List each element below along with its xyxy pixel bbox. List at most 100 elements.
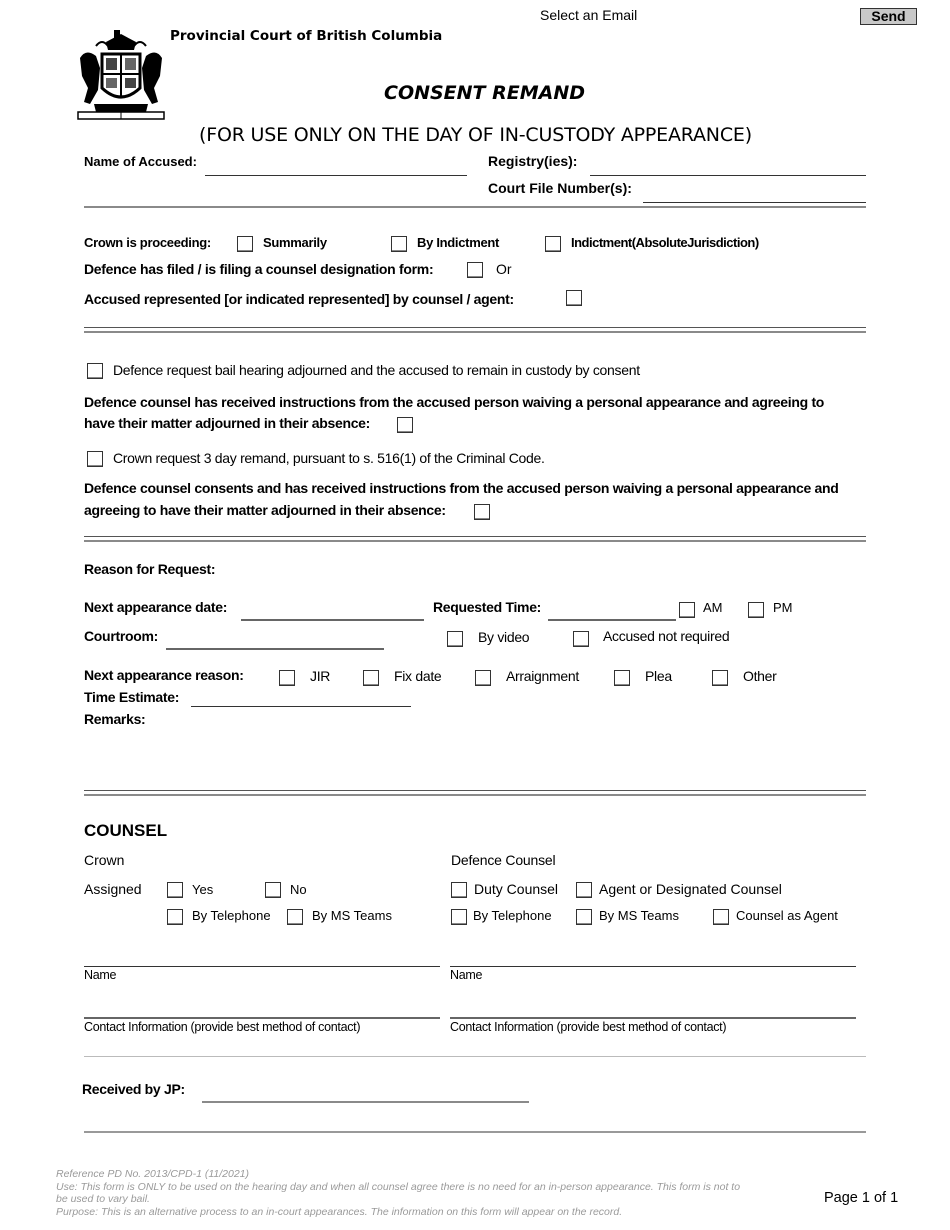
- pm-label: PM: [773, 600, 793, 615]
- by-video-checkbox[interactable]: [447, 631, 463, 647]
- section-divider: [84, 331, 866, 333]
- reason-other-label: Other: [743, 668, 777, 684]
- court-name: Provincial Court of British Columbia: [170, 28, 443, 44]
- next-appearance-reason-label: Next appearance reason:: [84, 667, 244, 683]
- reason-other-checkbox[interactable]: [712, 670, 728, 686]
- bail-adjourned-checkbox[interactable]: [87, 363, 103, 379]
- by-indictment-checkbox[interactable]: [391, 236, 407, 252]
- crown-yes-label: Yes: [192, 882, 214, 897]
- registry-underline: [590, 175, 866, 176]
- crown-heading: Crown: [84, 852, 125, 868]
- send-button[interactable]: Send: [860, 8, 917, 25]
- duty-counsel-label: Duty Counsel: [474, 881, 559, 897]
- section-divider: [84, 327, 866, 328]
- received-by-jp-label: Received by JP:: [82, 1081, 185, 1097]
- crown-contact-input[interactable]: [84, 999, 440, 1017]
- court-file-label: Court File Number(s):: [488, 180, 632, 196]
- court-file-underline: [643, 202, 866, 203]
- courtroom-label: Courtroom:: [84, 628, 158, 644]
- crown-name-label: Name: [84, 968, 117, 982]
- footer-use-line2: be used to vary bail.: [56, 1193, 150, 1205]
- coat-of-arms-icon: [76, 28, 166, 122]
- crown-yes-checkbox[interactable]: [167, 882, 183, 898]
- reason-jir-label: JIR: [310, 668, 331, 684]
- requested-time-underline: [548, 619, 676, 621]
- received-by-jp-input[interactable]: [202, 1083, 529, 1101]
- crown-remand-checkbox[interactable]: [87, 451, 103, 467]
- reason-jir-checkbox[interactable]: [279, 670, 295, 686]
- assigned-label: Assigned: [84, 881, 142, 897]
- name-of-accused-input[interactable]: [205, 156, 467, 174]
- by-video-label: By video: [478, 629, 530, 645]
- waiver1-text-line1: Defence counsel has received instruction…: [84, 394, 825, 410]
- section-divider: [84, 1056, 866, 1057]
- counsel-as-agent-label: Counsel as Agent: [736, 908, 838, 923]
- crown-contact-label: Contact Information (provide best method…: [84, 1020, 361, 1034]
- section-divider: [84, 1131, 866, 1133]
- remarks-label: Remarks:: [84, 711, 146, 727]
- next-appearance-date-label: Next appearance date:: [84, 599, 228, 615]
- requested-time-input[interactable]: [548, 601, 676, 619]
- next-appearance-date-input[interactable]: [241, 601, 424, 619]
- courtroom-input[interactable]: [166, 630, 384, 648]
- summarily-checkbox[interactable]: [237, 236, 253, 252]
- time-estimate-input[interactable]: [191, 689, 411, 707]
- name-of-accused-label: Name of Accused:: [84, 154, 197, 169]
- crown-no-checkbox[interactable]: [265, 882, 281, 898]
- defence-name-input[interactable]: [450, 947, 856, 965]
- reason-fix-date-checkbox[interactable]: [363, 670, 379, 686]
- requested-time-label: Requested Time:: [433, 599, 542, 615]
- defence-contact-input[interactable]: [450, 999, 856, 1017]
- reason-arraignment-checkbox[interactable]: [475, 670, 491, 686]
- waiver1-checkbox[interactable]: [397, 417, 413, 433]
- crown-name-underline: [84, 966, 440, 967]
- designation-form-label: Defence has filed / is filing a counsel …: [84, 261, 434, 277]
- designation-form-checkbox[interactable]: [467, 262, 483, 278]
- crown-telephone-checkbox[interactable]: [167, 909, 183, 925]
- courtroom-underline: [166, 648, 384, 650]
- am-checkbox[interactable]: [679, 602, 695, 618]
- by-indictment-label: By Indictment: [417, 235, 500, 250]
- crown-name-input[interactable]: [84, 947, 440, 965]
- defence-name-label: Name: [450, 968, 483, 982]
- section-divider: [84, 536, 866, 537]
- reason-arraignment-label: Arraignment: [506, 668, 579, 684]
- bail-adjourned-label: Defence request bail hearing adjourned a…: [113, 362, 640, 378]
- represented-checkbox[interactable]: [566, 290, 582, 306]
- crown-proceeding-label: Crown is proceeding:: [84, 235, 211, 250]
- footer-use-line1: Use: This form is ONLY to be used on the…: [56, 1181, 741, 1193]
- counsel-as-agent-checkbox[interactable]: [713, 909, 729, 925]
- waiver2-checkbox[interactable]: [474, 504, 490, 520]
- agent-designated-checkbox[interactable]: [576, 882, 592, 898]
- defence-heading: Defence Counsel: [451, 852, 556, 868]
- or-label: Or: [496, 261, 512, 277]
- footer-reference: Reference PD No. 2013/CPD-1 (11/2021): [56, 1168, 249, 1180]
- waiver2-text-line1: Defence counsel consents and has receive…: [84, 480, 839, 496]
- court-file-input[interactable]: [643, 183, 866, 201]
- reason-plea-label: Plea: [645, 668, 672, 684]
- page-number: Page 1 of 1: [824, 1190, 899, 1206]
- section-divider: [84, 540, 866, 542]
- crown-teams-checkbox[interactable]: [287, 909, 303, 925]
- select-email-label[interactable]: Select an Email: [540, 7, 637, 23]
- defence-teams-label: By MS Teams: [599, 908, 679, 923]
- absolute-jurisdiction-label: Indictment(AbsoluteJurisdiction): [571, 235, 759, 250]
- accused-not-required-checkbox[interactable]: [573, 631, 589, 647]
- reason-fix-date-label: Fix date: [394, 668, 442, 684]
- duty-counsel-checkbox[interactable]: [451, 882, 467, 898]
- pm-checkbox[interactable]: [748, 602, 764, 618]
- registry-label: Registry(ies):: [488, 153, 578, 169]
- footer-purpose: Purpose: This is an alternative process …: [56, 1206, 623, 1218]
- reason-plea-checkbox[interactable]: [614, 670, 630, 686]
- page-subtitle: (FOR USE ONLY ON THE DAY OF IN-CUSTODY A…: [199, 124, 752, 146]
- remarks-input[interactable]: [84, 730, 866, 785]
- defence-teams-checkbox[interactable]: [576, 909, 592, 925]
- defence-telephone-checkbox[interactable]: [451, 909, 467, 925]
- crown-no-label: No: [290, 882, 307, 897]
- crown-teams-label: By MS Teams: [312, 908, 392, 923]
- defence-contact-label: Contact Information (provide best method…: [450, 1020, 727, 1034]
- accused-not-required-label: Accused not required: [603, 628, 730, 644]
- absolute-jurisdiction-checkbox[interactable]: [545, 236, 561, 252]
- registry-input[interactable]: [590, 156, 866, 174]
- counsel-heading: COUNSEL: [84, 821, 168, 840]
